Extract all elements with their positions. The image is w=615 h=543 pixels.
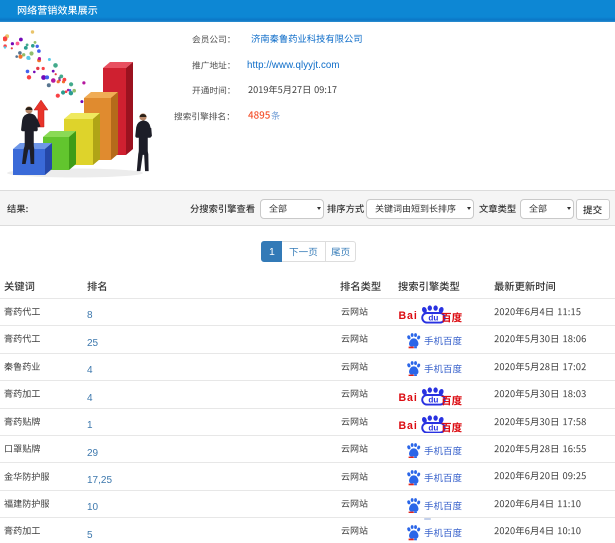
svg-text:du: du — [428, 313, 438, 322]
svg-text:du: du — [428, 423, 438, 432]
svg-text:du: du — [428, 396, 438, 405]
